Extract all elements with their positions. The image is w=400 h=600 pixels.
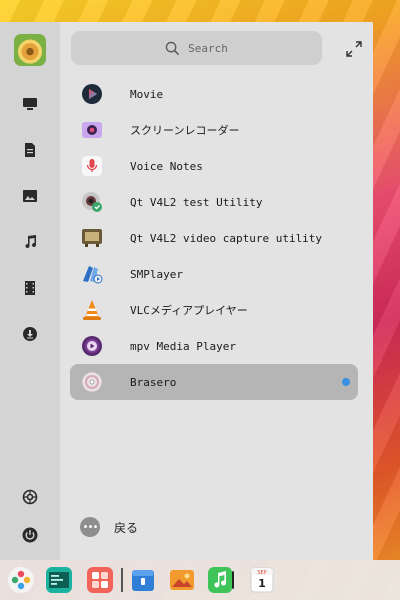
app-item-smplayer[interactable]: SMPlayer [70,256,358,292]
movie-icon [80,82,104,106]
app-label: Voice Notes [130,159,203,173]
qt-v4l2-capture-icon [80,226,104,250]
qt-v4l2-test-icon [80,190,104,214]
user-avatar[interactable] [14,34,46,66]
app-store-icon[interactable] [87,567,113,593]
launcher-icon[interactable] [7,566,35,594]
music-icon[interactable] [20,232,40,252]
brasero-icon [80,370,104,394]
new-app-indicator [342,378,350,386]
music-player-icon[interactable] [208,567,234,593]
document-icon[interactable] [20,140,40,160]
terminal-icon[interactable] [46,567,72,593]
back-button[interactable]: ••• 戻る [80,516,138,538]
archive-icon[interactable] [130,567,156,593]
launcher-sidebar [0,22,60,560]
app-label: Qt V4L2 video capture utility [130,231,323,245]
app-item-screen-recorder[interactable]: スクリーンレコーダー [70,112,358,148]
search-input[interactable]: Search [71,31,322,65]
photos-icon[interactable] [169,567,195,593]
dock-separator [121,568,123,592]
app-list: Movie スクリーンレコーダー Voice Notes Qt V4L2 tes… [70,76,358,400]
app-label: スクリーンレコーダー [130,124,240,137]
app-label: mpv Media Player [130,339,236,353]
picture-icon[interactable] [20,186,40,206]
search-placeholder: Search [188,41,228,55]
app-item-qt-v4l2-capture[interactable]: Qt V4L2 video capture utility [70,220,358,256]
settings-icon[interactable] [20,487,40,507]
app-label: Qt V4L2 test Utility [130,195,263,209]
download-icon[interactable] [20,324,40,344]
app-label: Movie [130,87,164,101]
power-icon[interactable] [20,525,40,545]
screen-recorder-icon [80,118,104,142]
vlc-icon [80,298,104,322]
app-label: VLCメディアプレイヤー [130,304,248,317]
app-item-vlc[interactable]: VLCメディアプレイヤー [70,292,358,328]
app-item-brasero[interactable]: Brasero [70,364,358,400]
voice-notes-icon [80,154,104,178]
app-label: Brasero [130,375,177,389]
video-icon[interactable] [20,278,40,298]
calendar-icon[interactable]: SEP 1 [249,567,275,593]
app-item-mpv[interactable]: mpv Media Player [70,328,358,364]
computer-icon[interactable] [20,94,40,114]
fullscreen-icon[interactable] [345,40,363,58]
dock: SEP 1 [0,560,400,600]
search-icon [165,41,180,55]
calendar-month: SEP [257,570,266,576]
app-label: SMPlayer [130,267,183,281]
smplayer-icon [80,262,104,286]
app-item-movie[interactable]: Movie [70,76,358,112]
launcher-panel: Search Movie スクリーンレコーダー Voice Notes Qt V… [0,22,373,560]
mpv-icon [80,334,104,358]
back-label: 戻る [114,520,139,535]
app-item-voice-notes[interactable]: Voice Notes [70,148,358,184]
calendar-day: 1 [258,577,266,590]
app-item-qt-v4l2-test[interactable]: Qt V4L2 test Utility [70,184,358,220]
more-icon: ••• [80,517,100,537]
